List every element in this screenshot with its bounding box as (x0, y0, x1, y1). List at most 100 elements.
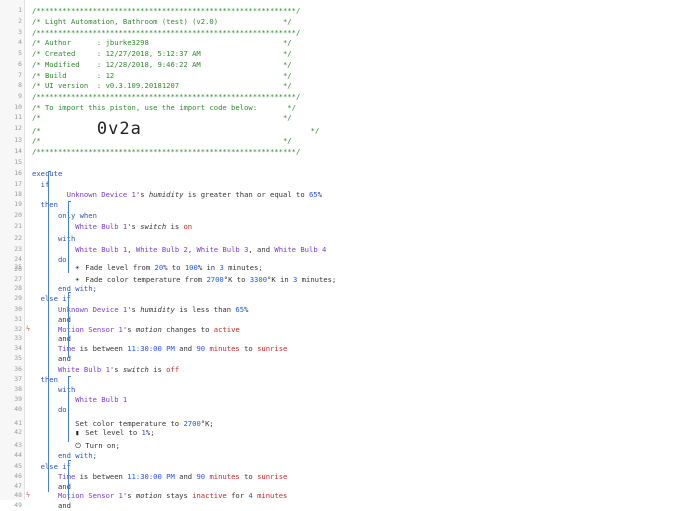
code-line: 49 and (0, 500, 690, 511)
code-line: 16 execute (0, 168, 690, 179)
code-text: /* Modified : 12/28/2018, 9:46:22 AM */ (32, 59, 292, 70)
line-number: 1 (18, 6, 22, 14)
code-text: ▮ Set level to 1%; (32, 427, 154, 439)
code-token: for (226, 491, 249, 500)
code-token: stays (161, 491, 193, 500)
block-bar-if (48, 171, 49, 492)
line-number: 35 (14, 354, 22, 362)
device-token: White Bulb 2 (135, 245, 188, 254)
keyword-token: only when (57, 211, 97, 220)
code-token: to (239, 472, 258, 481)
line-number: 11 (14, 113, 22, 121)
code-text: and (32, 500, 71, 511)
line-number: 5 (18, 49, 22, 57)
code-text: /***************************************… (32, 91, 300, 102)
keyword-token: then (40, 200, 58, 209)
code-token: humidity (140, 305, 175, 314)
line-number: 40 (14, 405, 22, 413)
keyword-token: do (57, 405, 67, 414)
comment-token: /* */ (32, 113, 292, 122)
line-number: 14 (14, 147, 22, 155)
keyword-token: else if (40, 462, 71, 471)
value-token: 90 (196, 472, 206, 481)
code-token: and (174, 344, 197, 353)
code-text: /* Author : jburke3298 */ (32, 37, 292, 48)
code-token: % (244, 305, 249, 314)
code-token: 's (127, 222, 141, 231)
line-number: 4 (18, 38, 22, 46)
line-number: 13 (14, 136, 22, 144)
comment-token: /* Build : 12 */ (32, 71, 292, 80)
comment-token: /* */ (32, 136, 292, 145)
code-token: is between (75, 344, 128, 353)
code-text: /***************************************… (32, 5, 300, 16)
code-line: 29 else if (0, 293, 690, 304)
block-bar-only-when (68, 201, 69, 273)
code-text: White Bulb 1's switch is on (32, 221, 192, 232)
comment-token: /***************************************… (32, 6, 301, 15)
block-tick-only-when (68, 201, 71, 202)
keyword-token: end with; (57, 451, 97, 460)
line-number: 29 (14, 294, 22, 302)
keyword-token: with (57, 234, 76, 243)
device-token: White Bulb 1 (75, 245, 128, 254)
code-line: 4 /* Author : jburke3298 */ (0, 37, 690, 48)
keyword-token: then (40, 375, 58, 384)
line-number: 20 (14, 211, 22, 219)
code-line: 19 then (0, 199, 690, 210)
code-token: and (32, 334, 71, 343)
line-number: 19 (14, 200, 22, 208)
code-line: 22 with (0, 233, 690, 244)
state-token: sunrise (257, 472, 288, 481)
value-token: 11:30:00 PM (127, 472, 175, 481)
device-token: White Bulb 4 (274, 245, 327, 254)
comment-token: /* Author : jburke3298 */ (32, 38, 292, 47)
value-token: 65 (308, 190, 318, 199)
line-number: 8 (18, 81, 22, 89)
comment-token: /* Modified : 12/28/2018, 9:46:22 AM */ (32, 60, 292, 69)
code-line: 35 and (0, 353, 690, 364)
comment-token: /* Light Automation, Bathroom (test) (v2… (32, 17, 292, 26)
line-number: 15 (14, 158, 22, 166)
device-token: Time (57, 472, 76, 481)
code-text: /***************************************… (32, 146, 300, 157)
value-token: 90 (196, 344, 206, 353)
code-line: 9 /**************************************… (0, 91, 690, 102)
code-token: Set level to (85, 428, 142, 437)
comment-token: /* To import this piston, use the import… (32, 103, 296, 112)
comment-token: /* Created : 12/27/2018, 5:12:37 AM */ (32, 49, 292, 58)
code-text: /* */ (32, 135, 292, 146)
line-number: 9 (18, 92, 22, 100)
line-number: 6 (18, 60, 22, 68)
code-text: /* */ (32, 112, 292, 123)
code-line: 15 (0, 157, 690, 168)
block-tick-else-if-2 (68, 460, 71, 461)
keyword-token: end with; (57, 284, 97, 293)
code-line: 8 /* UI version : v0.3.109.20181207 */ (0, 80, 690, 91)
code-token: 's (122, 491, 136, 500)
code-token: switch (122, 365, 149, 374)
code-text: do (32, 404, 67, 415)
code-token: 's (135, 190, 149, 199)
block-bar-else-if-1 (68, 292, 69, 358)
code-line: 44 end with; (0, 450, 690, 461)
code-token: 's (109, 365, 123, 374)
code-line: 13 /* */ (0, 135, 690, 146)
code-token: switch (140, 222, 167, 231)
keyword-token: with (57, 385, 76, 394)
code-token: 's (127, 305, 141, 314)
